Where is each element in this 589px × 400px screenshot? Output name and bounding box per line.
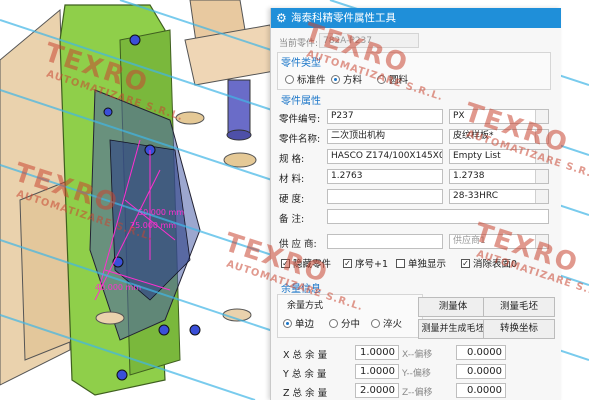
checkbox-box: ✓ [343, 258, 352, 268]
part-name-label: 零件名称: [279, 134, 321, 145]
checkbox-box: ✓ [281, 258, 290, 268]
part-no-input[interactable]: P237 [327, 109, 443, 124]
x-offset-label: X--偏移 [402, 350, 433, 360]
y-offset-input[interactable]: 0.0000 [456, 364, 506, 379]
part-name-combo[interactable]: 皮纹样板* [449, 129, 549, 144]
z-allowance-input[interactable]: 2.0000 [355, 383, 399, 398]
z-offset-label: Z--偏移 [402, 388, 433, 398]
part-type-title: 零件类型 [281, 58, 321, 69]
supplier-input[interactable] [327, 234, 443, 249]
convert-coords-button[interactable]: 转换坐标 [483, 319, 555, 339]
z-allowance-label: Z 总 余 量 [283, 388, 328, 399]
part-no-label: 零件编号: [279, 114, 321, 125]
x-offset-input[interactable]: 0.0000 [456, 345, 506, 360]
checkbox-show-single[interactable]: 单独显示 [396, 256, 446, 270]
material-label: 材 料: [279, 174, 305, 185]
dialog-titlebar[interactable]: ⚙ 海泰科精零件属性工具 [271, 8, 561, 28]
y-allowance-label: Y 总 余 量 [283, 369, 327, 380]
measure-generate-button[interactable]: 测量并生成毛坯 [418, 319, 488, 339]
y-allowance-input[interactable]: 1.0000 [355, 364, 399, 379]
measure-blank-button[interactable]: 测量毛坯 [483, 297, 555, 317]
allowance-title: 余量信息 [281, 284, 321, 295]
x-allowance-input[interactable]: 1.0000 [355, 345, 399, 360]
checkbox-hide-part[interactable]: ✓ 隐藏零件 [281, 256, 331, 270]
spec-input[interactable]: HASCO Z174/100X145X0 [327, 149, 443, 164]
checkbox-clear-surface[interactable]: ✓ 消除表面0 [461, 256, 517, 270]
x-allowance-label: X 总 余 量 [283, 350, 328, 361]
remark-label: 备 注: [279, 214, 305, 225]
radio-dot [329, 318, 338, 328]
material-input[interactable]: 1.2763 [327, 169, 443, 184]
spec-combo[interactable]: Empty List [449, 149, 549, 164]
part-name-input[interactable]: 二次顶出机构 [327, 129, 443, 144]
radio-round[interactable]: 圆料 [377, 72, 408, 86]
part-props-title: 零件属性 [281, 96, 321, 107]
current-part-label: 当前零件: [279, 39, 319, 49]
checkbox-box [396, 258, 405, 268]
allowance-method-label: 余量方式 [287, 301, 324, 311]
radio-square[interactable]: 方料 [331, 72, 362, 86]
gear-icon: ⚙ [276, 11, 287, 25]
radio-dot [371, 318, 380, 328]
dim-label: 50.000 mm [138, 208, 184, 217]
spec-label: 规 格: [279, 154, 305, 165]
radio-quench[interactable]: 淬火 [371, 316, 402, 330]
supplier-combo[interactable]: 供应商1 [449, 234, 549, 249]
radio-single-side[interactable]: 单边 [283, 316, 314, 330]
radio-standard[interactable]: 标准件 [285, 72, 326, 86]
radio-dot [285, 74, 294, 84]
part-attribute-dialog: ⚙ 海泰科精零件属性工具 当前零件: 782A-P237 零件类型 标准件 方料… [270, 8, 561, 400]
radio-center[interactable]: 分中 [329, 316, 360, 330]
dim-label: 25.000 mm [130, 221, 176, 230]
remark-input[interactable] [327, 209, 549, 224]
dim-label: 40.000 mm [95, 283, 141, 292]
y-offset-label: Y--偏移 [402, 369, 431, 379]
radio-dot-selected [331, 74, 340, 84]
radio-dot [377, 74, 386, 84]
z-offset-input[interactable]: 0.0000 [456, 383, 506, 398]
checkbox-serial-plus[interactable]: ✓ 序号+1 [343, 256, 388, 270]
dialog-title: 海泰科精零件属性工具 [291, 12, 396, 24]
hardness-combo[interactable]: 28-33HRC [449, 189, 549, 204]
hardness-label: 硬 度: [279, 194, 305, 205]
hardness-input[interactable] [327, 189, 443, 204]
checkbox-box: ✓ [461, 258, 470, 268]
supplier-label: 供 应 商: [279, 239, 317, 250]
measure-body-button[interactable]: 测量体 [418, 297, 488, 317]
current-part-field: 782A-P237 [319, 33, 419, 48]
radio-dot-selected [283, 318, 292, 328]
part-no-combo[interactable]: PX [449, 109, 549, 124]
material-combo[interactable]: 1.2738 [449, 169, 549, 184]
